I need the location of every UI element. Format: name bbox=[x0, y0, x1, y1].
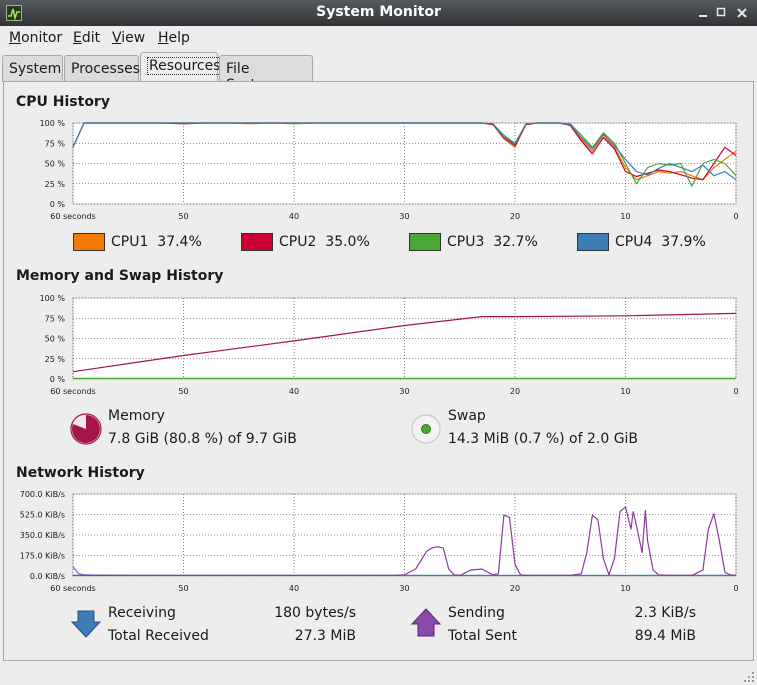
network-x-tick-label: 30 bbox=[399, 584, 409, 593]
network-x-tick-label: 50 bbox=[178, 584, 188, 593]
network-y-tick-label: 0.0 KiB/s bbox=[30, 572, 65, 581]
sending-value: 2.3 KiB/s bbox=[634, 605, 696, 621]
sending-arrow-icon bbox=[410, 608, 442, 637]
network-x-tick-label: 40 bbox=[289, 584, 299, 593]
network-y-tick-label: 350.0 KiB/s bbox=[20, 531, 65, 540]
sending-label: Sending bbox=[448, 605, 505, 621]
resize-grip-icon[interactable] bbox=[741, 669, 755, 683]
network-y-tick-label: 175.0 KiB/s bbox=[20, 552, 65, 561]
total-received-value: 27.3 MiB bbox=[294, 628, 356, 644]
total-received-label: Total Received bbox=[108, 628, 209, 644]
total-sent-value: 89.4 MiB bbox=[634, 628, 696, 644]
receiving-arrow-icon bbox=[70, 610, 102, 638]
network-graph: 700.0 KiB/s 525.0 KiB/s 350.0 KiB/s 175.0 K… bbox=[0, 0, 757, 645]
network-x-tick-label: 60 seconds bbox=[50, 584, 95, 593]
network-y-tick-label: 525.0 KiB/s bbox=[20, 511, 65, 520]
total-sent-label: Total Sent bbox=[448, 628, 518, 644]
network-x-tick-label: 20 bbox=[510, 584, 520, 593]
receiving-label: Receiving bbox=[108, 605, 176, 621]
status-bar bbox=[0, 665, 757, 685]
network-y-tick-label: 700.0 KiB/s bbox=[20, 490, 65, 499]
network-x-tick-label: 10 bbox=[620, 584, 630, 593]
network-x-tick-label: 0 bbox=[733, 584, 738, 593]
receiving-value: 180 bytes/s bbox=[274, 605, 356, 621]
